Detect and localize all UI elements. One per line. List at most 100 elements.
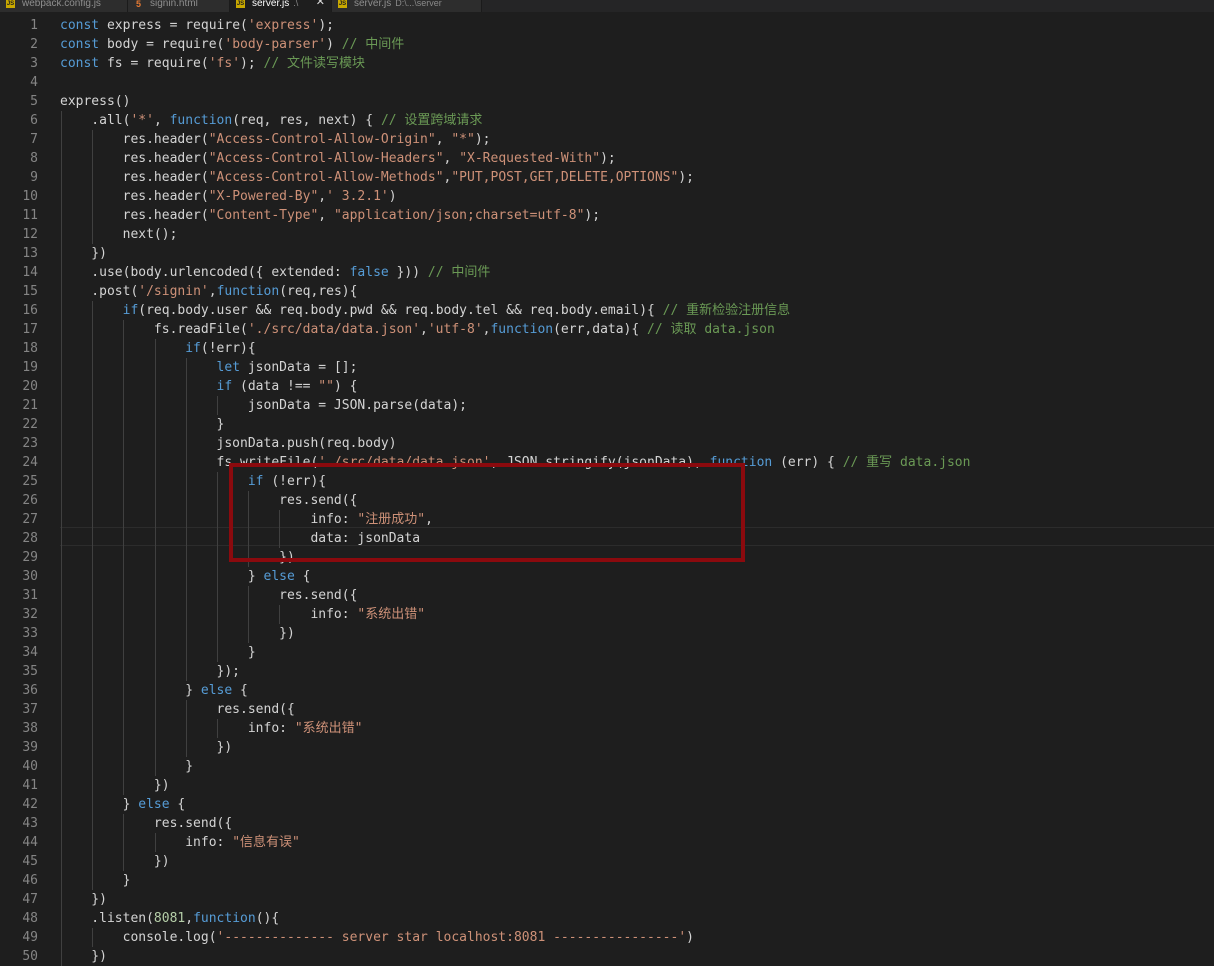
line-number: 7 (30, 132, 38, 147)
code-token: ); (474, 132, 491, 147)
code-token: express = require( (99, 18, 248, 33)
code-token: body = require( (99, 37, 225, 52)
tab-webpack-config-js-0[interactable]: JS webpack.config.js (0, 0, 128, 12)
line-number: 9 (30, 170, 38, 185)
code-line[interactable]: info: "信息有误" (60, 833, 300, 852)
code-token: , (420, 322, 428, 337)
code-line[interactable]: let jsonData = []; (60, 358, 358, 377)
line-number: 2 (30, 37, 38, 52)
code-token: ); (318, 18, 334, 33)
code-token: , (153, 113, 170, 128)
code-line[interactable]: const fs = require('fs'); // 文件读写模块 (60, 54, 365, 73)
code-line[interactable]: } (60, 643, 256, 662)
code-token: ); (240, 56, 264, 71)
code-token: , (208, 284, 217, 299)
code-line[interactable]: if (data !== "") { (60, 377, 358, 396)
indent-guide (217, 396, 218, 415)
close-icon[interactable]: ✕ (316, 0, 325, 8)
line-number: 23 (22, 436, 38, 451)
tab-server-js-2[interactable]: JS server.js .\ ✕ (230, 0, 332, 12)
line-number: 15 (22, 284, 38, 299)
code-line[interactable]: }) (60, 776, 170, 795)
code-line[interactable]: res.send({ (60, 586, 357, 605)
code-line[interactable]: .listen(8081,function(){ (60, 909, 279, 928)
code-line[interactable]: info: "系统出错" (60, 605, 425, 624)
code-token: function (169, 113, 233, 128)
code-line[interactable]: res.send({ (60, 814, 232, 833)
code-token: // 读取 data.json (647, 322, 775, 337)
code-line[interactable]: next(); (60, 225, 178, 244)
indent-guide (217, 719, 218, 738)
editor-tab-bar: JS webpack.config.js 5 signin.html JS server.… (0, 0, 1214, 12)
line-number: 8 (30, 151, 38, 166)
code-line[interactable]: }) (60, 624, 295, 643)
code-line[interactable]: fs.readFile('./src/data/data.json','utf-… (60, 320, 775, 339)
code-line[interactable]: res.send({ (60, 700, 295, 719)
code-token: res.header( (60, 208, 209, 223)
tab-filename: server.js (354, 0, 392, 9)
code-token: next(); (60, 227, 178, 242)
code-line[interactable]: } else { (60, 795, 186, 814)
code-token: info: (60, 607, 358, 622)
code-line[interactable]: }) (60, 738, 233, 757)
code-line[interactable]: info: "系统出错" (60, 719, 363, 738)
line-number: 1 (30, 18, 38, 33)
tab-label: signin.html (150, 0, 198, 9)
code-line[interactable]: }) (60, 947, 107, 966)
indent-guide (279, 605, 281, 624)
code-line[interactable]: console.log('-------------- server star … (60, 928, 694, 947)
line-number: 5 (30, 94, 38, 109)
line-number: 48 (22, 911, 38, 926)
code-line[interactable]: if(req.body.user && req.body.pwd && req.… (60, 301, 791, 320)
code-line[interactable]: jsonData.push(req.body) (60, 434, 397, 453)
code-line[interactable]: express() (60, 92, 130, 111)
code-token: }) (60, 778, 170, 793)
line-number: 19 (22, 360, 38, 375)
tab-signin-html-1[interactable]: 5 signin.html (128, 0, 230, 12)
line-number: 10 (22, 189, 38, 204)
tab-server-js-3[interactable]: JS server.js D:\...\server (332, 0, 482, 12)
code-line[interactable]: }) (60, 852, 170, 871)
code-line[interactable]: }); (60, 662, 240, 681)
line-number: 6 (30, 113, 38, 128)
indent-guide (154, 339, 156, 776)
code-line[interactable]: res.header("Content-Type", "application/… (60, 206, 600, 225)
code-line[interactable]: res.header("Access-Control-Allow-Origin"… (60, 130, 491, 149)
code-line[interactable]: .post('/signin',function(req,res){ (60, 282, 357, 301)
code-token: .post( (60, 284, 139, 299)
code-line[interactable]: } (60, 757, 193, 776)
code-line[interactable]: const express = require('express'); (60, 16, 334, 35)
code-token: ) (388, 189, 397, 204)
indent-guide (185, 358, 187, 681)
code-line[interactable]: jsonData = JSON.parse(data); (60, 396, 467, 415)
code-token: res.send({ (60, 816, 233, 831)
code-token: { (169, 797, 186, 812)
code-line[interactable]: res.header("Access-Control-Allow-Methods… (60, 168, 694, 187)
code-token: // 中间件 (341, 37, 405, 52)
code-token: const (60, 37, 100, 52)
code-token: '/signin' (138, 284, 209, 299)
code-line[interactable]: res.header("Access-Control-Allow-Headers… (60, 149, 616, 168)
code-line[interactable]: }) (60, 244, 107, 263)
code-line[interactable]: .use(body.urlencoded({ extended: false }… (60, 263, 490, 282)
annotation-highlight-box (229, 463, 745, 562)
code-token: (req,res){ (279, 284, 358, 299)
code-line[interactable]: } (60, 415, 225, 434)
code-token: ' 3.2.1' (326, 189, 389, 204)
tab-filename: webpack.config.js (22, 0, 101, 9)
code-line[interactable]: } (60, 871, 131, 890)
tab-label: server.js D:\...\server (354, 0, 442, 9)
code-token: const (60, 18, 100, 33)
line-number: 11 (22, 208, 38, 223)
line-number: 39 (22, 740, 38, 755)
code-token: }) (60, 626, 295, 641)
tab-path: D:\...\server (395, 0, 442, 8)
code-line[interactable]: .all('*', function(req, res, next) { // … (60, 111, 482, 130)
code-line[interactable]: const body = require('body-parser') // 中… (60, 35, 404, 54)
code-token: }) (60, 246, 107, 261)
code-token: 8081 (153, 911, 186, 926)
code-line[interactable]: if(!err){ (60, 339, 255, 358)
code-line[interactable]: }) (60, 890, 107, 909)
code-line[interactable]: res.header("X-Powered-By",' 3.2.1') (60, 187, 397, 206)
code-token: , (443, 151, 460, 166)
